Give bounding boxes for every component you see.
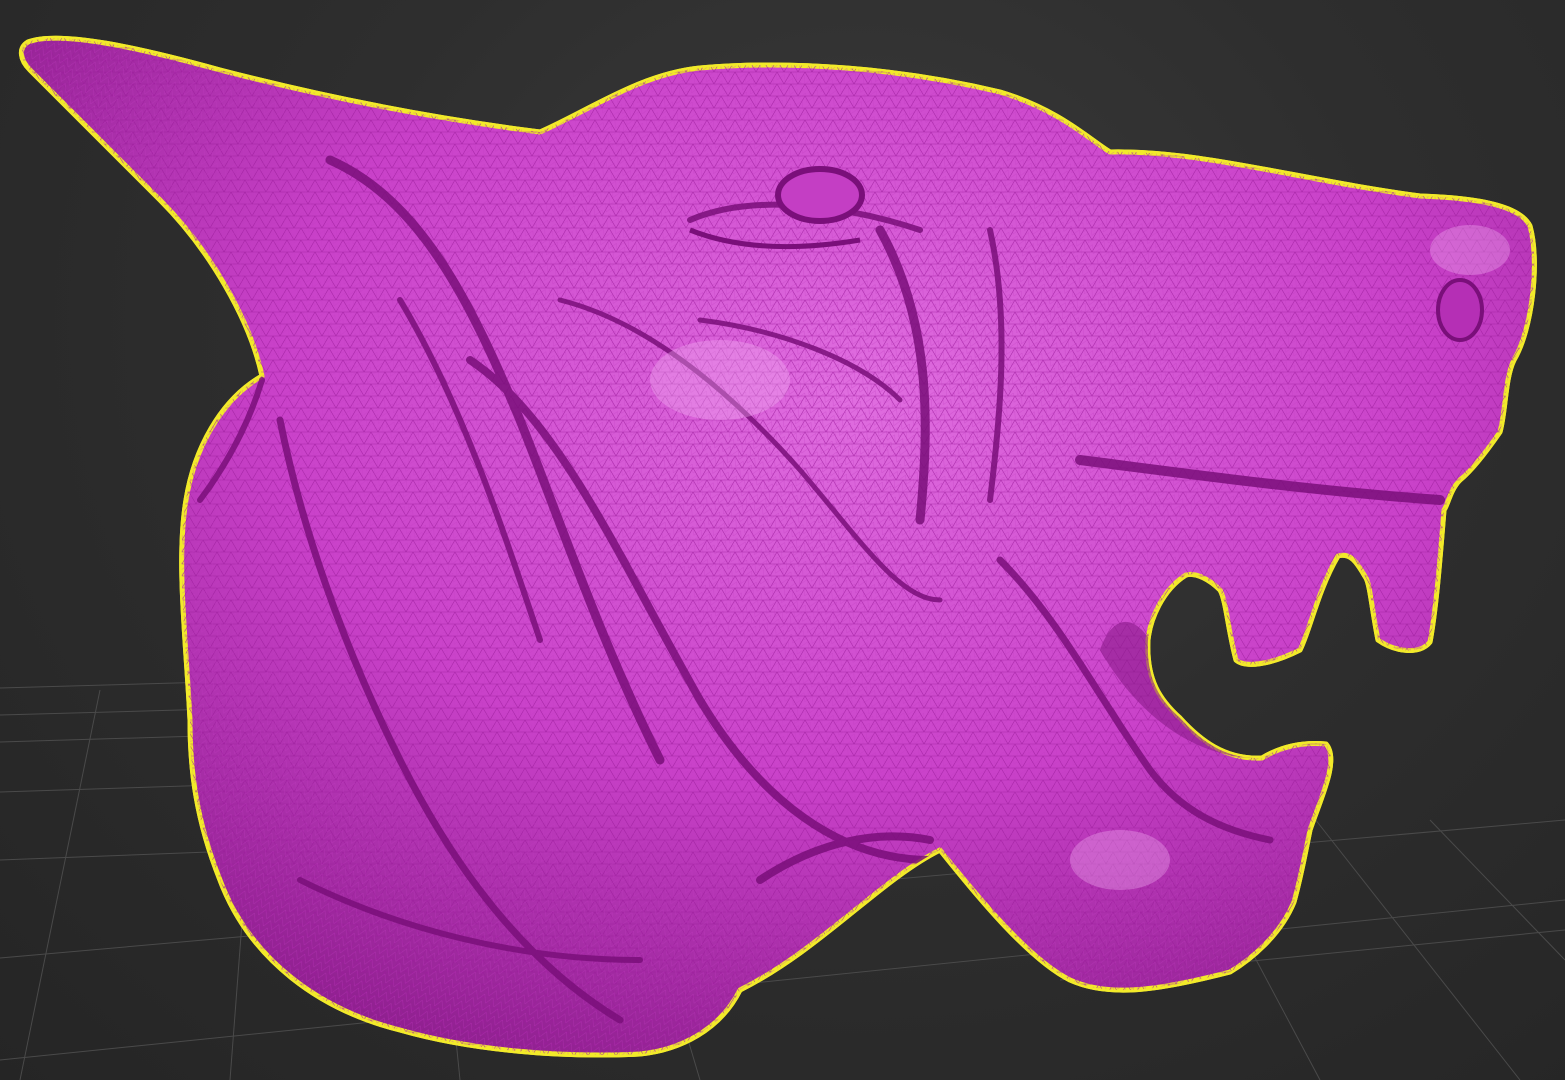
nostril-detail [1436,278,1484,342]
wireframe-overlay [21,38,1535,1055]
3d-viewport[interactable] [0,0,1565,1080]
viewport-canvas[interactable] [0,0,1565,1080]
